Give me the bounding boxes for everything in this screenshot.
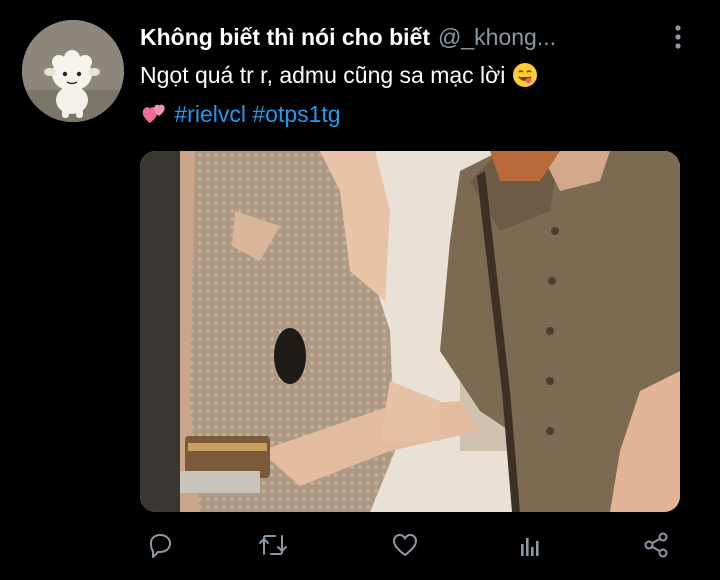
share-button[interactable] — [636, 525, 676, 565]
face-savoring-food-emoji — [512, 62, 538, 97]
user-handle[interactable]: @_khong... — [438, 24, 556, 51]
reply-icon — [150, 534, 171, 558]
more-options-button[interactable] — [664, 22, 692, 52]
photo-image — [140, 151, 680, 512]
tweet-card[interactable]: Không biết thì nói cho biết @_khong... N… — [0, 0, 720, 580]
reply-button[interactable] — [140, 525, 180, 565]
avatar-image — [22, 20, 124, 122]
hashtag-link[interactable]: #rielvcl — [174, 101, 246, 127]
tweet-text-line-2: #rielvcl #otps1tg — [140, 97, 685, 136]
hashtag-link[interactable]: #otps1tg — [252, 101, 340, 127]
retweet-icon — [259, 535, 287, 555]
analytics-icon — [521, 538, 539, 556]
more-vertical-icon — [675, 25, 681, 49]
retweet-button[interactable] — [253, 525, 293, 565]
tweet-header: Không biết thì nói cho biết @_khong... — [140, 20, 660, 54]
tweet-photo[interactable] — [140, 151, 680, 512]
share-icon — [644, 532, 668, 558]
like-icon — [393, 534, 417, 556]
analytics-button[interactable] — [510, 525, 550, 565]
tweet-text-line-1: Ngọt quá tr r, admu cũng sa mạc lời — [140, 58, 685, 97]
like-button[interactable] — [385, 525, 425, 565]
display-name[interactable]: Không biết thì nói cho biết — [140, 24, 430, 51]
tweet-text: Ngọt quá tr r, admu cũng sa mạc lời #rie… — [140, 58, 685, 136]
two-hearts-emoji — [140, 101, 168, 136]
tweet-body-text: Ngọt quá tr r, admu cũng sa mạc lời — [140, 62, 506, 88]
tweet-actions — [140, 525, 680, 565]
avatar[interactable] — [22, 20, 124, 122]
